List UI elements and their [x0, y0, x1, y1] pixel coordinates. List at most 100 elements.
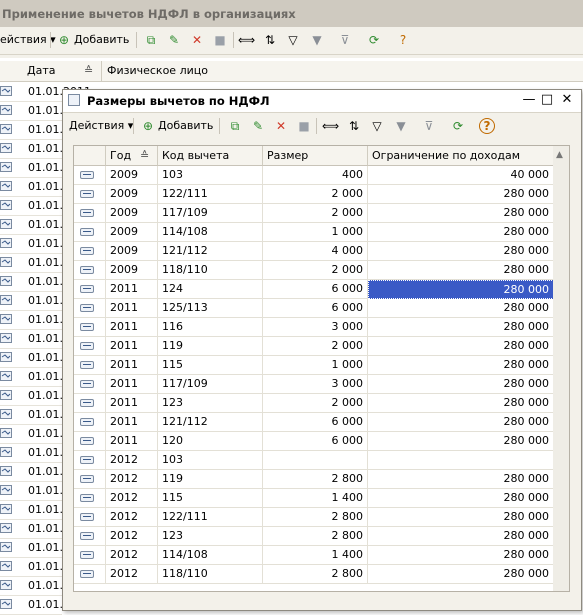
filter-dropdown-icon[interactable]: ▼ — [309, 32, 325, 48]
background-table-row[interactable]: 01.01.2 — [0, 557, 70, 577]
cell-amount[interactable]: 2 800 — [263, 470, 368, 489]
cell-limit[interactable]: 280 000 — [368, 413, 554, 432]
table-row[interactable]: 2012 122/111 2 800 280 000 — [74, 508, 554, 527]
cell-code[interactable]: 114/108 — [158, 223, 263, 242]
table-row[interactable]: 2009 122/111 2 000 280 000 — [74, 185, 554, 204]
background-table-row[interactable]: 01.01.2 — [0, 158, 70, 178]
cell-amount[interactable]: 2 000 — [263, 204, 368, 223]
cell-limit[interactable]: 280 000 — [368, 337, 554, 356]
cell-limit[interactable]: 280 000 — [368, 565, 554, 584]
background-table-row[interactable]: 01.01.2 — [0, 139, 70, 159]
clear-filter-icon[interactable]: ⊽ — [421, 118, 437, 134]
background-table-row[interactable]: 01.01.2 — [0, 177, 70, 197]
background-window-title-bar[interactable]: Применение вычетов НДФЛ в организациях — [0, 0, 583, 27]
background-table-row[interactable]: 01.01.2011 — [0, 82, 91, 102]
cell-amount[interactable]: 1 000 — [263, 356, 368, 375]
cell-amount[interactable]: 2 800 — [263, 527, 368, 546]
cell-limit[interactable]: 280 000 — [368, 356, 554, 375]
cell-limit[interactable]: 280 000 — [368, 527, 554, 546]
background-table-row[interactable]: 01.01.2 — [0, 519, 70, 539]
save-icon[interactable]: ■ — [296, 118, 312, 134]
cell-code[interactable]: 115 — [158, 489, 263, 508]
table-row[interactable]: 2011 124 6 000 280 000 — [74, 280, 554, 299]
table-row[interactable]: 2012 115 1 400 280 000 — [74, 489, 554, 508]
table-row[interactable]: 2011 117/109 3 000 280 000 — [74, 375, 554, 394]
cell-amount[interactable]: 6 000 — [263, 280, 368, 299]
table-row[interactable]: 2009 121/112 4 000 280 000 — [74, 242, 554, 261]
cell-amount[interactable]: 6 000 — [263, 432, 368, 451]
background-table-row[interactable]: 01.01.2 — [0, 443, 70, 463]
column-header-person[interactable]: Физическое лицо — [107, 64, 208, 77]
background-table-row[interactable]: 01.01.2 — [0, 291, 70, 311]
cell-year[interactable]: 2011 — [106, 318, 158, 337]
cell-limit[interactable]: 280 000 — [368, 508, 554, 527]
save-icon[interactable]: ■ — [212, 32, 228, 48]
cell-year[interactable]: 2011 — [106, 280, 158, 299]
cell-code[interactable]: 118/110 — [158, 565, 263, 584]
cell-amount[interactable] — [263, 451, 368, 470]
cell-limit[interactable]: 280 000 — [368, 242, 554, 261]
cell-code[interactable]: 117/109 — [158, 375, 263, 394]
cell-year[interactable]: 2012 — [106, 527, 158, 546]
cell-code[interactable]: 121/112 — [158, 242, 263, 261]
background-table-row[interactable]: 01.01.2 — [0, 329, 70, 349]
column-width-icon[interactable]: ⟺ — [322, 118, 339, 134]
cell-amount[interactable]: 3 000 — [263, 318, 368, 337]
actions-menu[interactable]: Действия ▾ — [69, 118, 133, 134]
cell-code[interactable]: 119 — [158, 337, 263, 356]
cell-amount[interactable]: 3 000 — [263, 375, 368, 394]
close-icon[interactable]: ✕ — [560, 93, 574, 107]
background-table-row[interactable]: 01.01.2 — [0, 462, 70, 482]
cell-amount[interactable]: 2 800 — [263, 508, 368, 527]
background-table-row[interactable]: 01.01.2 — [0, 196, 70, 216]
minimize-icon[interactable]: — — [522, 93, 536, 107]
cell-amount[interactable]: 2 000 — [263, 337, 368, 356]
edit-icon[interactable]: ✎ — [250, 118, 266, 134]
cell-code[interactable]: 118/110 — [158, 261, 263, 280]
cell-year[interactable]: 2011 — [106, 413, 158, 432]
column-header-amount[interactable]: Размер — [263, 146, 368, 166]
table-row[interactable]: 2009 114/108 1 000 280 000 — [74, 223, 554, 242]
dialog-title-bar[interactable]: Размеры вычетов по НДФЛ — □ ✕ — [63, 90, 581, 113]
cell-limit[interactable]: 280 000 — [368, 299, 554, 318]
column-header-year[interactable]: Год ≙ — [106, 146, 158, 166]
table-row[interactable]: 2012 118/110 2 800 280 000 — [74, 565, 554, 584]
cell-code[interactable]: 123 — [158, 527, 263, 546]
cell-year[interactable]: 2009 — [106, 166, 158, 185]
help-icon[interactable]: ? — [395, 32, 411, 48]
cell-code[interactable]: 119 — [158, 470, 263, 489]
table-row[interactable]: 2012 103 — [74, 451, 554, 470]
cell-code[interactable]: 103 — [158, 451, 263, 470]
background-table-row[interactable]: 01.01.2 — [0, 234, 70, 254]
cell-limit[interactable]: 280 000 — [368, 185, 554, 204]
cell-year[interactable]: 2012 — [106, 508, 158, 527]
cell-limit[interactable]: 280 000 — [368, 318, 554, 337]
cell-amount[interactable]: 6 000 — [263, 413, 368, 432]
cell-amount[interactable]: 1 400 — [263, 489, 368, 508]
cell-code[interactable]: 122/111 — [158, 508, 263, 527]
cell-limit[interactable]: 280 000 — [368, 261, 554, 280]
background-table-row[interactable]: 01.01.2 — [0, 101, 70, 121]
table-row[interactable]: 2009 118/110 2 000 280 000 — [74, 261, 554, 280]
refresh-icon[interactable]: ⟳ — [366, 32, 382, 48]
cell-amount[interactable]: 1 400 — [263, 546, 368, 565]
bg-add-button[interactable]: Добавить — [74, 32, 129, 48]
add-icon[interactable]: ⊕ — [56, 32, 72, 48]
column-header-code[interactable]: Код вычета — [158, 146, 263, 166]
cell-year[interactable]: 2011 — [106, 375, 158, 394]
cell-limit[interactable]: 280 000 — [368, 432, 554, 451]
cell-year[interactable]: 2011 — [106, 299, 158, 318]
table-row[interactable]: 2011 121/112 6 000 280 000 — [74, 413, 554, 432]
cell-limit[interactable]: 280 000 — [368, 204, 554, 223]
cell-code[interactable]: 116 — [158, 318, 263, 337]
refresh-icon[interactable]: ⟳ — [450, 118, 466, 134]
vertical-scrollbar[interactable]: ▲ — [553, 145, 570, 592]
cell-limit[interactable] — [368, 451, 554, 470]
add-button[interactable]: Добавить — [158, 118, 213, 134]
cell-year[interactable]: 2009 — [106, 223, 158, 242]
cell-amount[interactable]: 2 000 — [263, 185, 368, 204]
table-row[interactable]: 2012 123 2 800 280 000 — [74, 527, 554, 546]
cell-limit[interactable]: 280 000 — [368, 375, 554, 394]
background-table-row[interactable]: 01.01.2 — [0, 424, 70, 444]
table-row[interactable]: 2012 119 2 800 280 000 — [74, 470, 554, 489]
